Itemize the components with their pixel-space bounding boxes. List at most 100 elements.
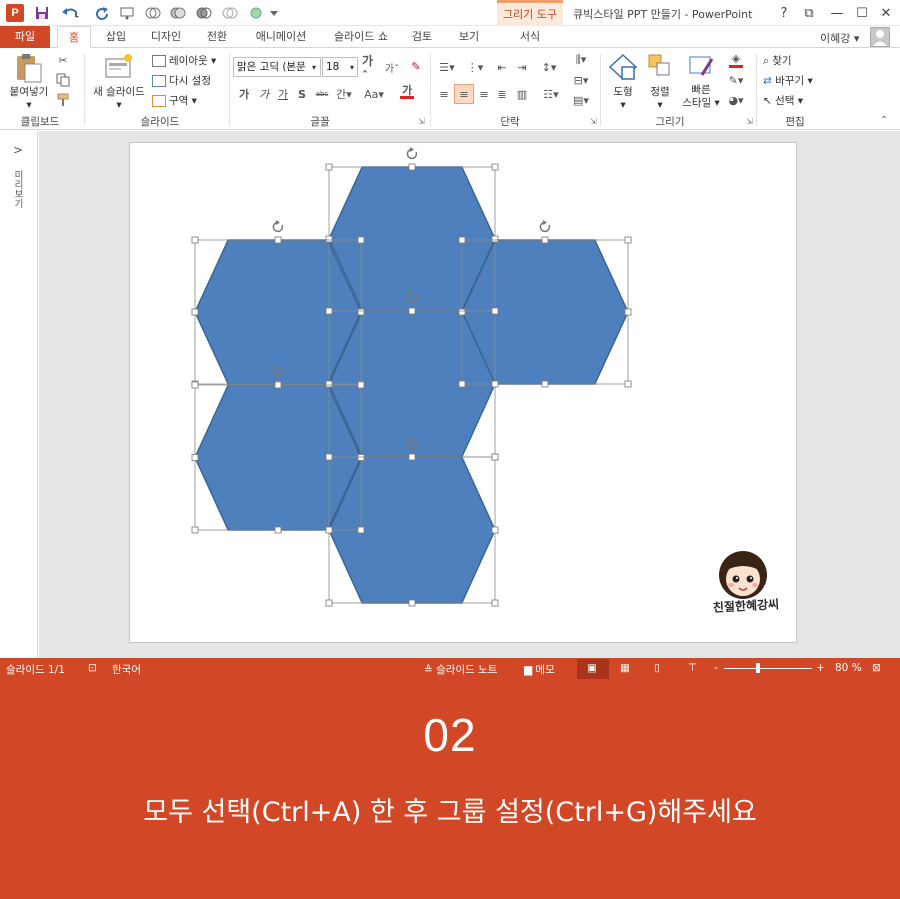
character-spacing-button[interactable]: 간 ▾ <box>333 86 355 102</box>
cut-icon[interactable]: ✂ <box>55 52 71 68</box>
tab-review[interactable]: 검토 <box>404 26 440 48</box>
save-icon[interactable] <box>33 4 51 22</box>
format-painter-icon[interactable] <box>55 92 71 108</box>
spellcheck-icon[interactable]: ⊡ <box>88 662 97 674</box>
line-spacing-icon[interactable]: ↕▾ <box>538 59 560 75</box>
slide-sorter-icon[interactable]: ▦ <box>620 662 630 674</box>
zoom-level[interactable]: 80 % <box>835 662 862 674</box>
expand-thumbnails-icon[interactable]: > <box>13 143 23 157</box>
zoom-out-button[interactable]: - <box>714 662 718 674</box>
notes-button[interactable]: ≙ 슬라이드 노트 <box>424 662 497 677</box>
paste-icon[interactable] <box>14 52 44 84</box>
fit-to-window-icon[interactable]: ⊠ <box>872 662 881 674</box>
drawing-dialog-launcher-icon[interactable]: ⇲ <box>746 117 753 126</box>
shape-fill-button[interactable]: ◈ <box>724 52 748 68</box>
avatar[interactable] <box>870 27 890 47</box>
paragraph-dialog-launcher-icon[interactable]: ⇲ <box>590 117 597 126</box>
font-name-combo[interactable]: 맑은 고딕 (본문 <box>233 57 321 77</box>
quick-styles-button[interactable]: 빠른 스타일 ▾ <box>678 84 724 110</box>
underline-button[interactable]: 가 <box>275 86 291 102</box>
tab-slideshow[interactable]: 슬라이드 쇼 <box>326 26 396 48</box>
customize-qat-icon[interactable] <box>268 4 280 22</box>
copy-icon[interactable] <box>55 72 71 88</box>
shape-outline-icon[interactable]: ✎▾ <box>724 72 748 88</box>
font-size-dropdown-icon[interactable]: ▾ <box>350 63 354 72</box>
columns-icon[interactable]: ▥ <box>514 86 530 102</box>
shapes-button[interactable]: 도형 ▾ <box>604 84 642 111</box>
collapse-ribbon-icon[interactable]: ⌃ <box>880 115 888 126</box>
font-color-button[interactable]: 가 <box>396 84 418 100</box>
shape-fill-color-icon <box>729 65 743 68</box>
language-indicator[interactable]: 한국어 <box>112 662 141 677</box>
font-dialog-launcher-icon[interactable]: ⇲ <box>418 117 425 126</box>
strikethrough-button[interactable]: abc <box>312 86 332 102</box>
arrange-icon[interactable] <box>647 53 673 81</box>
numbering-icon[interactable]: ⋮▾ <box>464 59 486 75</box>
align-right-icon[interactable]: ≡ <box>476 86 492 102</box>
paste-button[interactable]: 붙여넣기 ▾ <box>4 84 54 111</box>
zoom-slider-thumb[interactable] <box>756 663 761 673</box>
reading-view-icon[interactable]: ▯ <box>654 662 660 674</box>
decrease-indent-icon[interactable]: ⇤ <box>494 59 510 75</box>
align-left-icon[interactable]: ≡ <box>436 86 452 102</box>
find-button[interactable]: ⌕ 찾기 <box>763 53 792 68</box>
quick-styles-icon[interactable] <box>688 53 716 81</box>
grow-font-icon[interactable]: 가ˆ <box>362 54 378 83</box>
close-button[interactable]: ✕ <box>875 3 897 23</box>
powerpoint-app-icon[interactable]: P <box>6 4 24 22</box>
new-slide-button[interactable]: 새 슬라이드 ▾ <box>90 84 148 111</box>
tab-animations[interactable]: 애니메이션 <box>246 26 316 48</box>
align-text-vertical-icon[interactable]: ⊟▾ <box>570 72 592 88</box>
help-button[interactable]: ? <box>773 3 795 23</box>
tab-insert[interactable]: 삽입 <box>98 26 134 48</box>
zoom-in-button[interactable]: + <box>816 662 825 674</box>
shape-intersect-icon[interactable] <box>221 4 239 22</box>
justify-icon[interactable]: ≣ <box>494 86 510 102</box>
slideshow-view-icon[interactable]: ⊤ <box>688 662 697 674</box>
shape-combine-icon[interactable] <box>169 4 187 22</box>
tab-design[interactable]: 디자인 <box>142 26 190 48</box>
shape-effects-icon[interactable]: ◕▾ <box>724 92 748 108</box>
ribbon-display-options-button[interactable]: ⧉ <box>798 3 820 23</box>
color-circle-icon[interactable] <box>247 4 265 22</box>
replace-label: 바꾸기 <box>775 75 805 87</box>
redo-icon[interactable] <box>93 4 111 22</box>
italic-button[interactable]: 가 <box>256 86 272 102</box>
section-button[interactable]: 구역 ▾ <box>152 93 197 108</box>
replace-button[interactable]: ⇄ 바꾸기 ▾ <box>763 73 813 88</box>
minimize-button[interactable]: — <box>826 3 848 23</box>
maximize-button[interactable]: ☐ <box>851 3 873 23</box>
undo-icon[interactable] <box>58 4 84 22</box>
shrink-font-icon[interactable]: 가ˇ <box>384 59 400 75</box>
comments-button[interactable]: ▆ 메모 <box>524 662 555 677</box>
tab-view[interactable]: 보기 <box>451 26 487 48</box>
shape-union-icon[interactable] <box>144 4 162 22</box>
tab-file[interactable]: 파일 <box>0 26 50 48</box>
shape-fragment-icon[interactable] <box>195 4 213 22</box>
new-slide-icon[interactable] <box>104 53 134 81</box>
bullets-icon[interactable]: ☰▾ <box>436 59 458 75</box>
reset-button[interactable]: 다시 설정 <box>152 73 211 88</box>
thumbnail-pane-collapsed[interactable] <box>0 131 38 658</box>
align-text-icon[interactable]: ☷▾ <box>540 86 562 102</box>
increase-indent-icon[interactable]: ⇥ <box>514 59 530 75</box>
text-direction-icon[interactable]: ⫼▾ <box>570 52 592 68</box>
change-case-button[interactable]: Aa ▾ <box>361 86 387 102</box>
tab-format[interactable]: 서식 <box>510 26 550 48</box>
align-center-icon[interactable]: ≡ <box>454 84 474 104</box>
clear-formatting-icon[interactable]: ✎ <box>408 58 424 74</box>
font-name-dropdown-icon[interactable]: ▾ <box>312 63 316 72</box>
zoom-slider-track[interactable] <box>724 668 812 669</box>
slide-canvas[interactable] <box>129 142 797 643</box>
bold-button[interactable]: 가 <box>236 86 252 102</box>
tab-transitions[interactable]: 전환 <box>197 26 237 48</box>
text-shadow-button[interactable]: S <box>294 86 310 102</box>
user-name[interactable]: 이혜강 ▾ <box>820 30 859 46</box>
select-button[interactable]: ↖ 선택 ▾ <box>763 93 803 108</box>
shapes-icon[interactable] <box>608 53 638 83</box>
layout-button[interactable]: 레이아웃 ▾ <box>152 53 216 68</box>
smartart-icon[interactable]: ▤▾ <box>570 92 592 108</box>
tab-home[interactable]: 홈 <box>57 26 91 49</box>
arrange-button[interactable]: 정렬 ▾ <box>642 84 678 111</box>
start-slideshow-icon[interactable] <box>118 4 136 22</box>
